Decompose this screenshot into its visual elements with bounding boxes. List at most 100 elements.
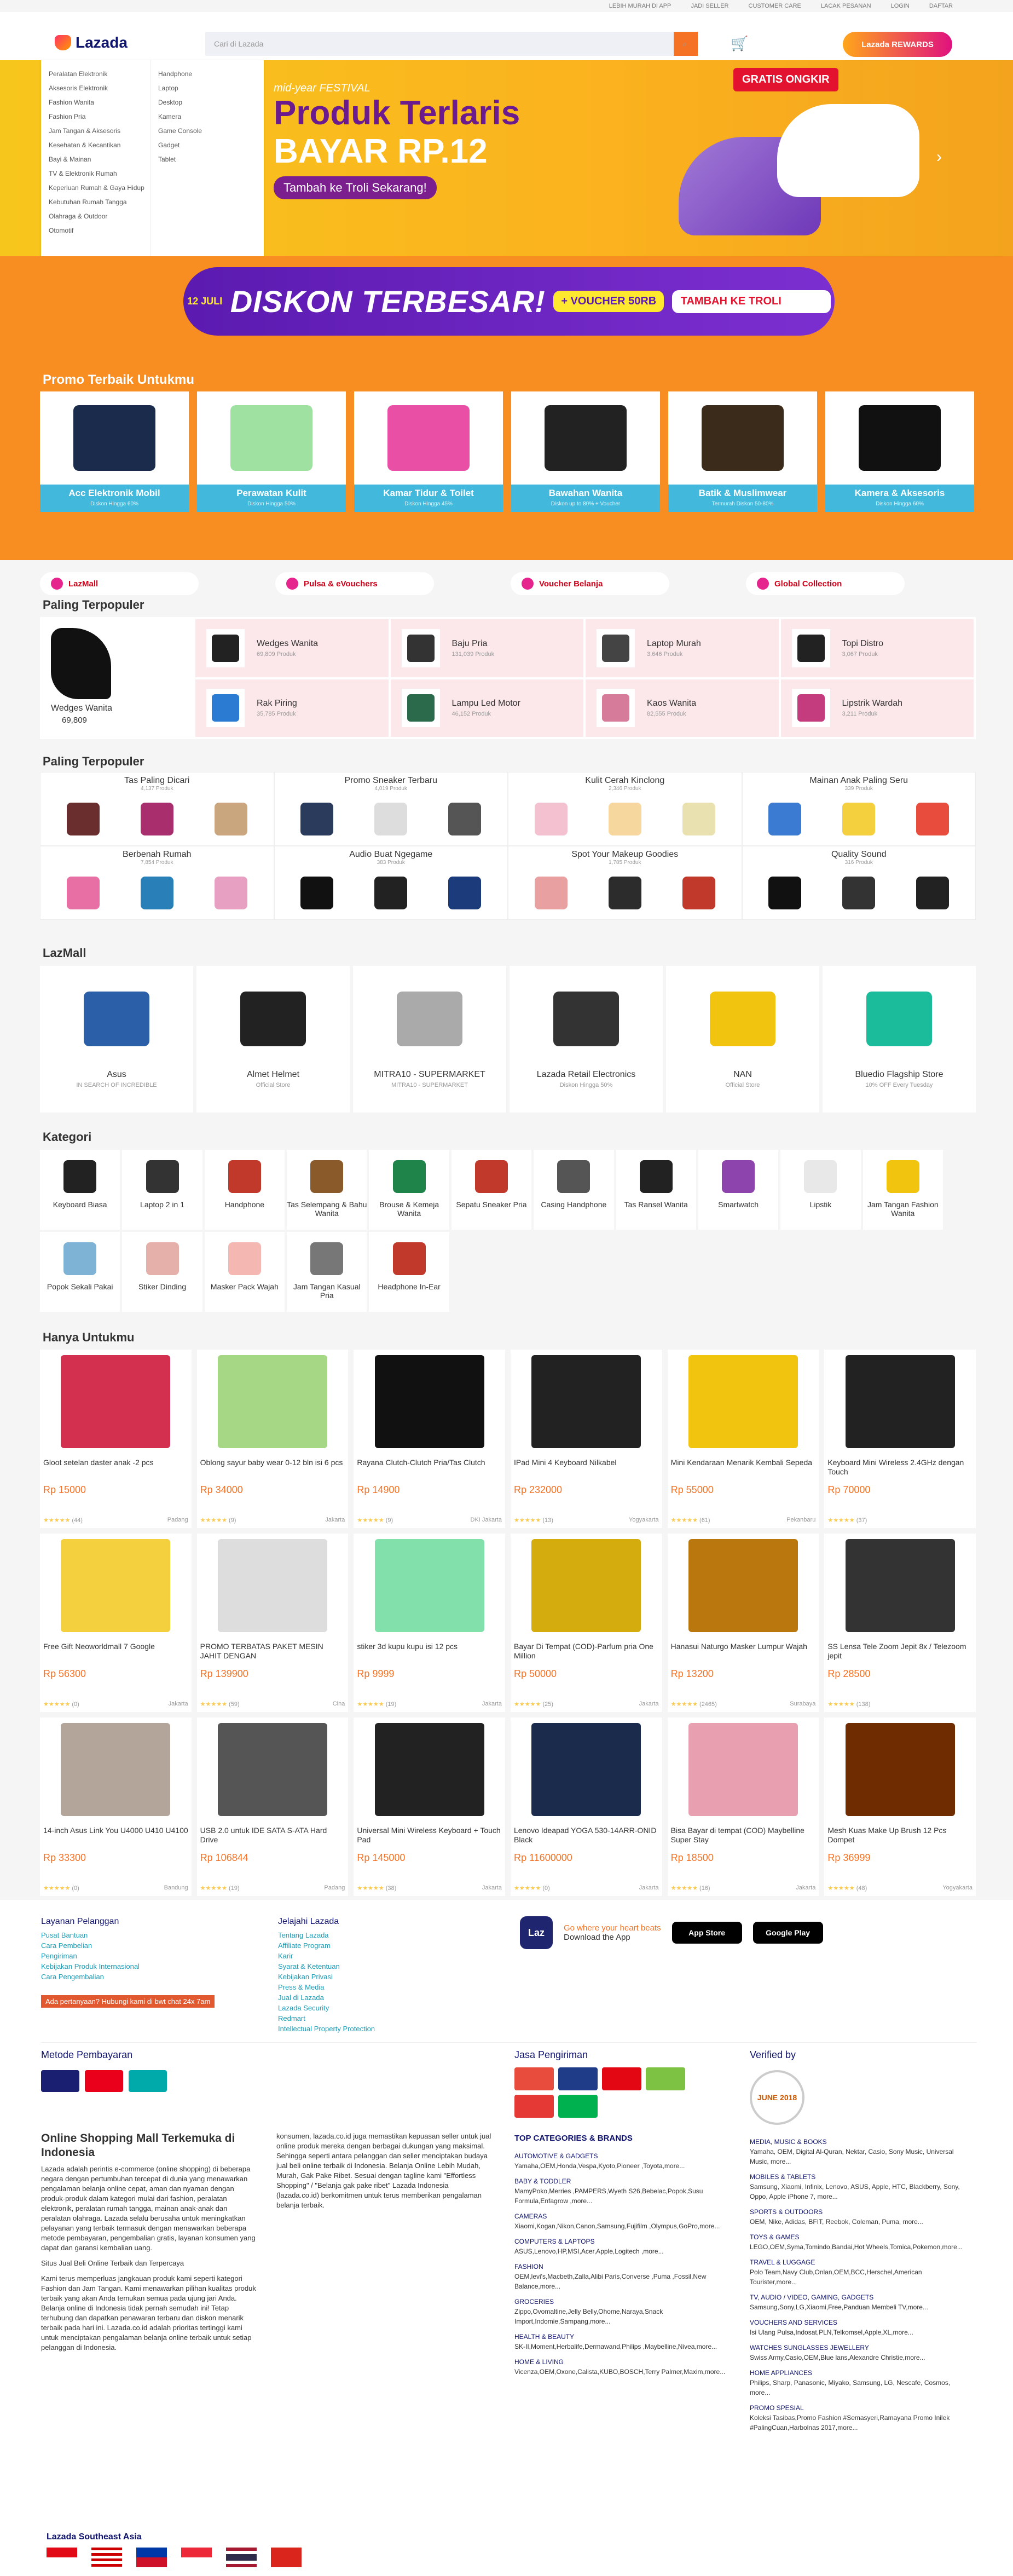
lazmall-store[interactable]: Almet Helmet Official Store (196, 966, 350, 1113)
indonesia-flag-icon[interactable] (47, 2548, 77, 2567)
product-card[interactable]: SS Lensa Tele Zoom Jepit 8x / Telezoom j… (824, 1534, 976, 1712)
collection-cell[interactable]: Tas Paling Dicari 4,137 Produk (40, 772, 274, 846)
cart-icon[interactable]: 🛒 (731, 35, 748, 52)
search-bar[interactable]: Cari di Lazada ⌕ (205, 32, 698, 56)
vietnam-flag-icon[interactable] (271, 2548, 302, 2567)
footer-link[interactable]: Press & Media (278, 1982, 375, 1992)
collection-cell[interactable]: Kulit Cerah Kinclong 2,346 Produk (508, 772, 742, 846)
promo-card[interactable]: Kamar Tidur & Toilet Diskon Hingga 45% (354, 391, 503, 512)
category-tile[interactable]: Laptop 2 in 1 (122, 1150, 202, 1230)
brand-list[interactable]: Polo Team,Navy Club,Onlan,OEM,BCC,Hersch… (750, 2267, 969, 2287)
product-card[interactable]: Rayana Clutch-Clutch Pria/Tas Clutch Rp 1… (354, 1350, 505, 1528)
category-item[interactable]: Fashion Wanita (41, 95, 150, 110)
top-link[interactable]: CUSTOMER CARE (749, 3, 801, 9)
popular-item[interactable]: Laptop Murah 3,646 Produk (586, 619, 779, 677)
brand-list[interactable]: Xiaomi,Kogan,Nikon,Canon,Samsung,Fujifil… (514, 2221, 733, 2231)
brand-list[interactable]: Yamaha,OEM,Honda,Vespa,Kyoto,Pioneer ,To… (514, 2161, 733, 2171)
brand-list[interactable]: SK-II,Moment,Herbalife,Dermawand,Philips… (514, 2342, 733, 2352)
promo-card[interactable]: Acc Elektronik Mobil Diskon Hingga 60% (40, 391, 189, 512)
category-item[interactable]: Aksesoris Elektronik (41, 81, 150, 95)
chevron-right-icon[interactable]: › (936, 148, 942, 166)
brand-list[interactable]: LEGO,OEM,Syma,Tomindo,Bandai,Hot Wheels,… (750, 2242, 969, 2252)
category-tile[interactable]: Smartwatch (698, 1150, 779, 1230)
category-tile[interactable]: Headphone In-Ear (369, 1232, 449, 1312)
brand-list[interactable]: Philips, Sharp, Panasonic, Miyako, Samsu… (750, 2378, 969, 2398)
app-store-button[interactable]: App Store (672, 1922, 742, 1944)
footer-link[interactable]: Kebijakan Privasi (278, 1972, 375, 1982)
popular-item[interactable]: Topi Distro 3,067 Produk (780, 619, 974, 677)
footer-link[interactable]: Redmart (278, 2013, 375, 2024)
category-tile[interactable]: Keyboard Biasa (40, 1150, 120, 1230)
brand-list[interactable]: Samsung, Xiaomi, Infinix, Lenovo, ASUS, … (750, 2182, 969, 2202)
subcategory-item[interactable]: Tablet (150, 152, 202, 166)
collection-cell[interactable]: Berbenah Rumah 7,854 Produk (40, 846, 274, 920)
channel-pill[interactable]: LazMall (40, 572, 199, 595)
promo-card[interactable]: Kamera & Aksesoris Diskon Hingga 60% (825, 391, 974, 512)
category-item[interactable]: Olahraga & Outdoor (41, 209, 150, 223)
product-card[interactable]: Bayar Di Tempat (COD)-Parfum pria One Mi… (510, 1534, 662, 1712)
product-card[interactable]: Mesh Kuas Make Up Brush 12 Pcs Dompet Rp … (824, 1718, 976, 1896)
product-card[interactable]: USB 2.0 untuk IDE SATA S-ATA Hard Drive R… (196, 1718, 349, 1896)
footer-link[interactable]: Pusat Bantuan (41, 1930, 140, 1940)
product-card[interactable]: Hanasui Naturgo Masker Lumpur Wajah Rp 13… (667, 1534, 819, 1712)
footer-link[interactable]: Affiliate Program (278, 1940, 375, 1951)
brand-list[interactable]: OEM,levi's,Macbeth,Zalla,Alibi Paris,Con… (514, 2272, 733, 2291)
singapore-flag-icon[interactable] (181, 2548, 212, 2567)
product-card[interactable]: Mini Kendaraan Menarik Kembali Sepeda Rp … (667, 1350, 819, 1528)
product-card[interactable]: stiker 3d kupu kupu isi 12 pcs Rp 9999 ★★★… (354, 1534, 505, 1712)
malaysia-flag-icon[interactable] (91, 2548, 122, 2567)
footer-link[interactable]: Jual di Lazada (278, 1992, 375, 2003)
lazmall-store[interactable]: Bluedio Flagship Store 10% OFF Every Tues… (823, 966, 976, 1113)
category-tile[interactable]: Masker Pack Wajah (204, 1232, 285, 1312)
channel-pill[interactable]: Pulsa & eVouchers (275, 572, 434, 595)
category-tile[interactable]: Sepatu Sneaker Pria (451, 1150, 532, 1230)
subcategory-item[interactable]: Gadget (150, 138, 202, 152)
search-input[interactable]: Cari di Lazada (205, 39, 674, 48)
popular-item[interactable]: Lipstrik Wardah 3,211 Produk (780, 679, 974, 737)
flash-cta[interactable]: TAMBAH KE TROLI (672, 290, 831, 313)
footer-link[interactable]: Cara Pembelian (41, 1940, 140, 1951)
category-item[interactable]: Kebutuhan Rumah Tangga (41, 195, 150, 209)
footer-link[interactable]: Lazada Security (278, 2003, 375, 2013)
product-card[interactable]: Oblong sayur baby wear 0-12 bln isi 6 pc… (196, 1350, 349, 1528)
product-card[interactable]: PROMO TERBATAS PAKET MESIN JAHIT DENGAN R… (196, 1534, 349, 1712)
search-button[interactable]: ⌕ (674, 32, 698, 56)
collection-cell[interactable]: Promo Sneaker Terbaru 4,019 Produk (274, 772, 508, 846)
footer-link[interactable]: Karir (278, 1951, 375, 1961)
product-card[interactable]: Gloot setelan daster anak -2 pcs Rp 15000… (40, 1350, 192, 1528)
brand-list[interactable]: Samsung,Sony,LG,Xiaomi,Free,Panduan Memb… (750, 2302, 969, 2312)
brand-list[interactable]: ASUS,Lenovo,HP,MSI,Acer,Apple,Logitech ,… (514, 2246, 733, 2256)
popular-feature[interactable]: Wedges Wanita 69,809 (40, 617, 193, 739)
contact-alert[interactable]: Ada pertanyaan? Hubungi kami di bwt chat… (41, 1995, 215, 2008)
category-item[interactable]: Bayi & Mainan (41, 152, 150, 166)
category-tile[interactable]: Tas Ransel Wanita (616, 1150, 696, 1230)
subcategory-item[interactable]: Game Console (150, 124, 202, 138)
top-link[interactable]: LACAK PESANAN (821, 3, 871, 9)
philippines-flag-icon[interactable] (136, 2548, 167, 2567)
subcategory-item[interactable]: Desktop (150, 95, 202, 110)
brand-list[interactable]: Isi Ulang Pulsa,Indosat,PLN,Telkomsel,Ap… (750, 2327, 969, 2337)
brand-list[interactable]: Swiss Army,Casio,OEM,Blue lans,Alexandre… (750, 2353, 969, 2362)
footer-link[interactable]: Syarat & Ketentuan (278, 1961, 375, 1972)
top-link[interactable]: DAFTAR (929, 3, 953, 9)
footer-link[interactable]: Pengiriman (41, 1951, 140, 1961)
rewards-badge[interactable]: Lazada REWARDS (843, 32, 952, 57)
top-link[interactable]: LOGIN (891, 3, 910, 9)
category-item[interactable]: Kesehatan & Kecantikan (41, 138, 150, 152)
category-item[interactable]: TV & Elektronik Rumah (41, 166, 150, 181)
lazmall-store[interactable]: Asus IN SEARCH OF INCREDIBLE (40, 966, 193, 1113)
brand-list[interactable]: Vicenza,OEM,Oxone,Calista,KUBO,BOSCH,Ter… (514, 2367, 733, 2377)
category-tile[interactable]: Tas Selempang & Bahu Wanita (287, 1150, 367, 1230)
flash-sale-banner[interactable]: 12 JULI DISKON TERBESAR! + VOUCHER 50RB … (183, 267, 835, 336)
lazmall-store[interactable]: Lazada Retail Electronics Diskon Hingga 5… (510, 966, 663, 1113)
brand-list[interactable]: Yamaha, OEM, Digital Al-Quran, Nektar, C… (750, 2147, 969, 2166)
popular-item[interactable]: Baju Pria 131,039 Produk (390, 619, 583, 677)
category-item[interactable]: Otomotif (41, 223, 150, 238)
category-tile[interactable]: Casing Handphone (534, 1150, 614, 1230)
popular-item[interactable]: Rak Piring 35,785 Produk (195, 679, 389, 737)
footer-link[interactable]: Cara Pengembalian (41, 1972, 140, 1982)
category-item[interactable]: Fashion Pria (41, 110, 150, 124)
hero-cta[interactable]: Tambah ke Troli Sekarang! (274, 176, 437, 200)
category-tile[interactable]: Stiker Dinding (122, 1232, 202, 1312)
category-tile[interactable]: Jam Tangan Fashion Wanita (863, 1150, 943, 1230)
